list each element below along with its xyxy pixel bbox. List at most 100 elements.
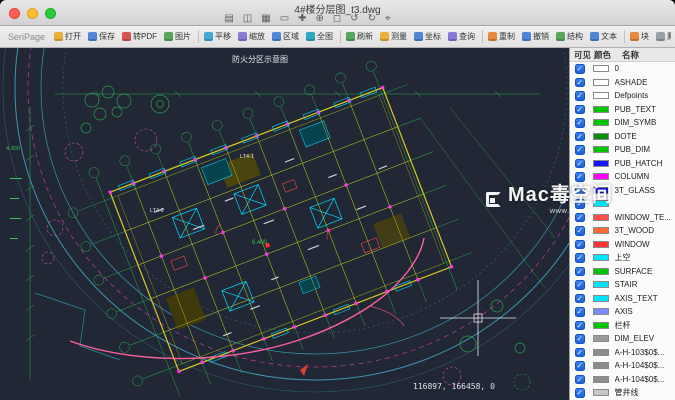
- layer-color-swatch[interactable]: [592, 348, 609, 356]
- layer-color-swatch[interactable]: [592, 159, 609, 167]
- toolbar-button[interactable]: 坐标: [412, 30, 443, 43]
- grid-icon[interactable]: ▦: [261, 12, 270, 25]
- layer-color-swatch[interactable]: [592, 105, 609, 113]
- layer-row[interactable]: DIM_ELEV: [570, 332, 675, 346]
- layer-color-swatch[interactable]: [592, 267, 609, 275]
- toolbar-button[interactable]: 平移: [198, 30, 233, 43]
- layer-row[interactable]: A-H-103$0$...: [570, 346, 675, 360]
- toolbar-button[interactable]: 全图: [304, 30, 335, 43]
- layer-color-swatch[interactable]: [592, 119, 609, 127]
- layer-row[interactable]: STAIR: [570, 278, 675, 292]
- layer-color-swatch[interactable]: [592, 321, 609, 329]
- save-icon[interactable]: ◫: [243, 12, 252, 25]
- layer-visible-checkbox[interactable]: [575, 77, 585, 87]
- layer-color-swatch[interactable]: [592, 375, 609, 383]
- layer-visible-checkbox[interactable]: [575, 64, 585, 74]
- toolbar-button[interactable]: 结构: [554, 30, 585, 43]
- open-folder-icon[interactable]: ▤: [224, 12, 233, 25]
- layer-visible-checkbox[interactable]: [575, 347, 585, 357]
- layer-row[interactable]: DIM_SYMB: [570, 116, 675, 130]
- layer-visible-checkbox[interactable]: [575, 253, 585, 263]
- image-icon[interactable]: ▭: [280, 12, 289, 25]
- layer-row[interactable]: 3T_GLASS: [570, 184, 675, 198]
- layer-color-swatch[interactable]: [592, 362, 609, 370]
- toolbar-button[interactable]: 区域: [270, 30, 301, 43]
- redo-icon[interactable]: ↻: [368, 12, 376, 25]
- layer-row[interactable]: A-H-104$0$...: [570, 359, 675, 373]
- layer-row[interactable]: DOTE: [570, 130, 675, 144]
- layer-color-swatch[interactable]: [592, 65, 609, 73]
- toolbar-button[interactable]: 默认: [654, 30, 671, 43]
- layer-row[interactable]: SURFACE: [570, 265, 675, 279]
- layer-visible-checkbox[interactable]: [575, 361, 585, 371]
- toolbar-button[interactable]: 撤销: [520, 30, 551, 43]
- cad-canvas[interactable]: 防火分区示意图 LT4-1 LT4-2 4.300 6.400 116897, …: [0, 48, 569, 400]
- layer-visible-checkbox[interactable]: [575, 158, 585, 168]
- toolbar-button[interactable]: 打开: [52, 30, 83, 43]
- layer-color-swatch[interactable]: [592, 389, 609, 397]
- layer-visible-checkbox[interactable]: [575, 104, 585, 114]
- layer-color-swatch[interactable]: [592, 92, 609, 100]
- layer-row[interactable]: [570, 197, 675, 211]
- toolbar-button[interactable]: 转PDF: [120, 30, 159, 43]
- layer-row[interactable]: A-H-104$0$...: [570, 373, 675, 387]
- layer-visible-checkbox[interactable]: [575, 145, 585, 155]
- layer-row[interactable]: 0: [570, 62, 675, 76]
- region-icon[interactable]: ◻: [333, 12, 341, 25]
- layer-color-swatch[interactable]: [592, 146, 609, 154]
- layer-row[interactable]: PUB_HATCH: [570, 157, 675, 171]
- layer-color-swatch[interactable]: [592, 294, 609, 302]
- layer-visible-checkbox[interactable]: [575, 388, 585, 398]
- layer-row[interactable]: Defpoints: [570, 89, 675, 103]
- zoom-icon[interactable]: ⊕: [316, 12, 324, 25]
- layer-color-swatch[interactable]: [592, 200, 609, 208]
- layer-row[interactable]: AXIS: [570, 305, 675, 319]
- layer-color-swatch[interactable]: [592, 281, 609, 289]
- layer-visible-checkbox[interactable]: [575, 320, 585, 330]
- layer-visible-checkbox[interactable]: [575, 334, 585, 344]
- layer-row[interactable]: WINDOW_TE...: [570, 211, 675, 225]
- plus-icon[interactable]: ✚: [298, 12, 306, 25]
- layer-row[interactable]: COLUMN: [570, 170, 675, 184]
- toolbar-button[interactable]: 刷新: [340, 30, 375, 43]
- layer-visible-checkbox[interactable]: [575, 226, 585, 236]
- undo-icon[interactable]: ↺: [350, 12, 358, 25]
- toolbar-button[interactable]: 缩放: [236, 30, 267, 43]
- layer-color-swatch[interactable]: [592, 335, 609, 343]
- layer-row[interactable]: ASHADE: [570, 76, 675, 90]
- layer-color-swatch[interactable]: [592, 186, 609, 194]
- layer-visible-checkbox[interactable]: [575, 172, 585, 182]
- layer-row[interactable]: 管井线: [570, 386, 675, 400]
- layer-color-swatch[interactable]: [592, 308, 609, 316]
- layer-visible-checkbox[interactable]: [575, 239, 585, 249]
- layer-visible-checkbox[interactable]: [575, 118, 585, 128]
- layer-color-swatch[interactable]: [592, 78, 609, 86]
- layer-row[interactable]: AXIS_TEXT: [570, 292, 675, 306]
- layer-visible-checkbox[interactable]: [575, 91, 585, 101]
- layer-visible-checkbox[interactable]: [575, 212, 585, 222]
- toolbar-button[interactable]: 保存: [86, 30, 117, 43]
- toolbar-button[interactable]: 文本: [588, 30, 619, 43]
- layer-row[interactable]: PUB_TEXT: [570, 103, 675, 117]
- layer-color-swatch[interactable]: [592, 227, 609, 235]
- layer-color-swatch[interactable]: [592, 173, 609, 181]
- layer-color-swatch[interactable]: [592, 132, 609, 140]
- layer-visible-checkbox[interactable]: [575, 266, 585, 276]
- layer-color-swatch[interactable]: [592, 240, 609, 248]
- layer-visible-checkbox[interactable]: [575, 131, 585, 141]
- layer-visible-checkbox[interactable]: [575, 185, 585, 195]
- layer-color-swatch[interactable]: [592, 213, 609, 221]
- layer-row[interactable]: 3T_WOOD: [570, 224, 675, 238]
- toolbar-button[interactable]: 块: [624, 30, 651, 43]
- layer-visible-checkbox[interactable]: [575, 374, 585, 384]
- toolbar-button[interactable]: 查询: [446, 30, 477, 43]
- layer-visible-checkbox[interactable]: [575, 293, 585, 303]
- layer-color-swatch[interactable]: [592, 254, 609, 262]
- target-icon[interactable]: ⌖: [385, 12, 391, 25]
- layer-row[interactable]: WINDOW: [570, 238, 675, 252]
- layer-row[interactable]: 栏杆: [570, 319, 675, 333]
- layer-row[interactable]: 上空: [570, 251, 675, 265]
- layer-visible-checkbox[interactable]: [575, 199, 585, 209]
- toolbar-button[interactable]: 重制: [482, 30, 517, 43]
- layer-visible-checkbox[interactable]: [575, 280, 585, 290]
